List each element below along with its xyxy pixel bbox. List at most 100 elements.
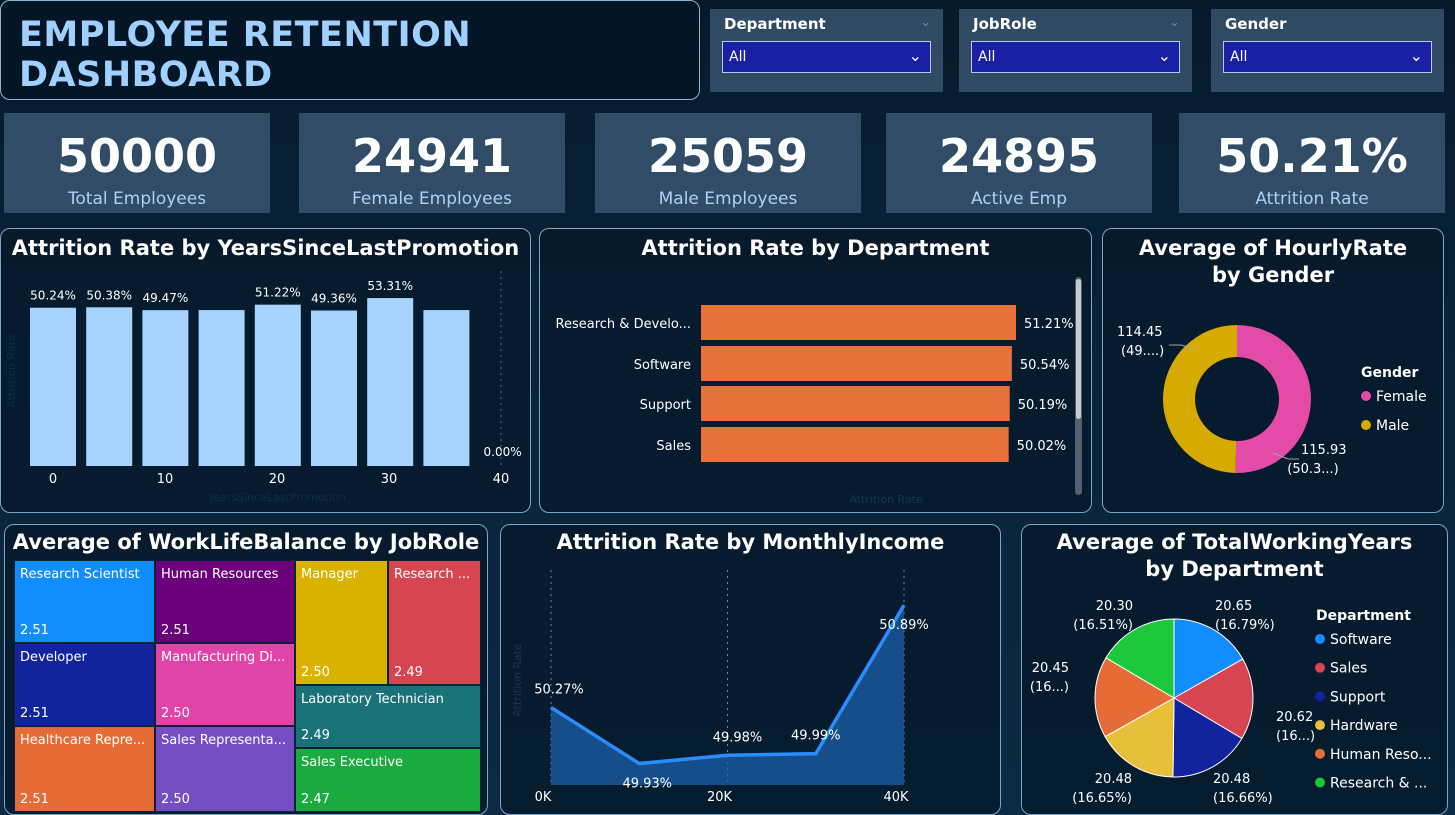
- treemap-cell-label: Manufacturing Di...: [161, 650, 286, 665]
- pct-label: (50.3...): [1287, 462, 1339, 477]
- y-axis-label: Attrition Rate: [5, 334, 18, 408]
- bar: [701, 346, 1012, 381]
- dept-bar-chart[interactable]: Research & Develo... 51.21% Software 50.54%…: [540, 229, 1093, 514]
- legend-dot: [1315, 777, 1325, 788]
- legend-dot: [1315, 691, 1325, 702]
- treemap-cell[interactable]: Manufacturing Di... 2.50: [155, 643, 295, 726]
- bar: [701, 427, 1009, 462]
- treemap-cell[interactable]: Manager 2.50: [295, 560, 388, 685]
- data-label: 50.38%: [86, 288, 132, 302]
- tick-label: 30: [381, 472, 398, 487]
- legend-label: Female: [1376, 389, 1427, 405]
- kpi-value: 24895: [938, 129, 1100, 183]
- tick-label: 0: [49, 472, 57, 487]
- workyears-pie-chart[interactable]: 20.65 (16.79%) 20.62 (16...) 20.48 (16.66%) 20…: [1022, 525, 1449, 815]
- treemap-cell-label: Sales Executive: [301, 755, 404, 770]
- scrollbar-thumb[interactable]: [1076, 279, 1081, 419]
- workyears-chart-panel[interactable]: Average of TotalWorkingYears by Departme…: [1021, 524, 1448, 815]
- kpi-attrition-rate: 50.21% Attrition Rate: [1179, 113, 1445, 213]
- category-label: Support: [640, 398, 691, 413]
- treemap-cell-value: 2.49: [301, 728, 330, 743]
- tick-label: 0K: [535, 790, 552, 805]
- bar: [423, 310, 470, 466]
- legend-label: Sales: [1330, 661, 1367, 677]
- kpi-label: Active Emp: [970, 189, 1068, 209]
- jobrole-select[interactable]: All ⌄: [971, 41, 1180, 73]
- chevron-down-icon[interactable]: ⌄: [920, 15, 931, 30]
- data-label: 20.48: [1095, 772, 1132, 787]
- gender-slicer[interactable]: Gender All ⌄: [1211, 9, 1444, 92]
- data-label: 20.62: [1276, 710, 1313, 725]
- pct-label: (49....): [1121, 344, 1164, 359]
- bar: [701, 386, 1010, 421]
- treemap-cell-label: Developer: [20, 650, 87, 665]
- treemap-cell[interactable]: Sales Executive 2.47: [295, 748, 481, 812]
- legend-dot: [1315, 634, 1325, 644]
- data-label: 20.30: [1096, 599, 1133, 614]
- treemap-cell-value: 2.51: [20, 792, 49, 807]
- department-select[interactable]: All ⌄: [722, 41, 931, 73]
- data-label: 20.65: [1215, 599, 1252, 614]
- data-label: 49.99%: [791, 729, 841, 744]
- category-label: Research & Develo...: [556, 317, 691, 332]
- scrollbar-track[interactable]: [1075, 277, 1082, 495]
- department-slicer[interactable]: Department ⌄ All ⌄: [710, 9, 943, 92]
- promo-bar-chart[interactable]: 50.24% 50.38% 49.47% 51.22% 49.36% 53.31% 0.00…: [1, 229, 532, 514]
- pct-label: (16.65%): [1072, 791, 1132, 806]
- treemap-cell[interactable]: Research ... 2.49: [388, 560, 481, 685]
- treemap-cell[interactable]: Human Resources 2.51: [155, 560, 295, 643]
- chevron-down-icon[interactable]: ⌄: [909, 46, 922, 65]
- promo-chart-panel[interactable]: Attrition Rate by YearsSinceLastPromotio…: [0, 228, 531, 513]
- chevron-down-icon[interactable]: ⌄: [1158, 46, 1171, 65]
- kpi-total-employees: 50000 Total Employees: [4, 113, 270, 213]
- page-title: EMPLOYEE RETENTION DASHBOARD: [19, 15, 472, 95]
- hourly-donut-chart[interactable]: 115.93 (50.3...) 114.45 (49....) Gender Femal…: [1103, 229, 1445, 514]
- treemap-cell[interactable]: Research Scientist 2.51: [14, 560, 155, 643]
- treemap-cell[interactable]: Sales Representa... 2.50: [155, 726, 295, 812]
- data-label: 51.22%: [255, 286, 301, 300]
- bar: [254, 304, 301, 466]
- kpi-value: 24941: [351, 129, 513, 183]
- data-label: 49.93%: [622, 777, 672, 792]
- treemap-cell-value: 2.47: [301, 792, 330, 807]
- legend-label: Research & ...: [1330, 776, 1427, 792]
- worklife-chart-panel[interactable]: Average of WorkLifeBalance by JobRole Re…: [4, 524, 488, 815]
- income-chart-panel[interactable]: Attrition Rate by MonthlyIncome 50.27% 49…: [500, 524, 1001, 815]
- jobrole-select-value: All: [978, 49, 996, 65]
- dept-chart-panel[interactable]: Attrition Rate by Department Research & …: [539, 228, 1092, 513]
- data-label: 50.89%: [879, 618, 929, 633]
- data-label: 50.24%: [30, 289, 76, 303]
- legend-label: Human Reso...: [1330, 747, 1432, 763]
- pct-label: (16.66%): [1213, 791, 1273, 806]
- category-label: Software: [634, 358, 691, 373]
- jobrole-slicer[interactable]: JobRole ⌄ All ⌄: [959, 9, 1192, 92]
- x-axis-label: YearsSinceLastPromotion: [207, 491, 346, 504]
- treemap-cell[interactable]: Developer 2.51: [14, 643, 155, 726]
- treemap-cell-value: 2.51: [20, 623, 49, 638]
- bar: [367, 298, 414, 466]
- legend-dot: [1315, 662, 1325, 673]
- pct-label: (16.79%): [1215, 618, 1275, 633]
- data-label: 49.36%: [311, 292, 357, 306]
- donut-slice: [1163, 325, 1237, 473]
- treemap-cell-label: Healthcare Repre...: [20, 733, 146, 748]
- gender-select[interactable]: All ⌄: [1223, 41, 1432, 73]
- income-area-chart[interactable]: 50.27%49.93%49.98% 49.99%50.89%0K 20K 40KAt…: [501, 525, 1002, 815]
- kpi-label: Attrition Rate: [1255, 189, 1369, 209]
- worklife-treemap[interactable]: Research Scientist 2.51 Human Resources 2.5…: [14, 560, 481, 812]
- data-label: 50.54%: [1020, 358, 1070, 373]
- legend-label: Support: [1330, 689, 1386, 705]
- treemap-cell[interactable]: Healthcare Repre... 2.51: [14, 726, 155, 812]
- department-select-value: All: [729, 49, 747, 65]
- treemap-cell-value: 2.50: [161, 792, 190, 807]
- hourly-chart-panel[interactable]: Average of HourlyRate by Gender 115.93 (5…: [1102, 228, 1444, 513]
- treemap-cell-label: Laboratory Technician: [301, 692, 444, 707]
- treemap-cell[interactable]: Laboratory Technician 2.49: [295, 685, 481, 748]
- treemap-cell-value: 2.49: [394, 665, 423, 680]
- chevron-down-icon[interactable]: ⌄: [1169, 15, 1180, 30]
- legend-dot: [1361, 420, 1371, 430]
- treemap-cell-label: Research ...: [394, 567, 471, 582]
- kpi-value: 50000: [56, 129, 218, 183]
- gender-select-value: All: [1230, 49, 1248, 65]
- chevron-down-icon[interactable]: ⌄: [1410, 46, 1423, 65]
